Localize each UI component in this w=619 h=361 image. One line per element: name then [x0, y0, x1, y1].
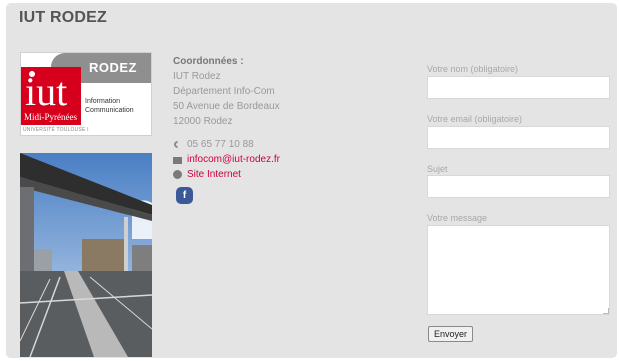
website-row: Site Internet: [173, 167, 280, 182]
resize-grip[interactable]: [603, 308, 609, 314]
address-line-1: IUT Rodez: [173, 71, 221, 82]
logo-line-2: Communication: [85, 107, 134, 114]
website-link[interactable]: Site Internet: [187, 167, 241, 182]
logo-department: Information Communication: [85, 97, 134, 115]
subject-input[interactable]: [427, 175, 610, 198]
globe-icon: [173, 169, 183, 180]
iut-logo: RODEZ iut Midi-Pyrénées Information Comm…: [20, 52, 152, 136]
email-row: infocom@iut-rodez.fr: [173, 152, 280, 167]
name-input[interactable]: [427, 76, 610, 99]
logo-university: UNIVERSITÉ TOULOUSE I: [23, 127, 89, 133]
subject-label: Sujet: [427, 164, 448, 174]
phone-row: 05 65 77 10 88: [173, 137, 280, 152]
address-line-4: 12000 Rodez: [173, 116, 233, 127]
logo-line-1: Information: [85, 98, 121, 105]
email-input[interactable]: [427, 126, 610, 149]
logo-rodez-text: RODEZ: [89, 60, 137, 75]
name-label: Votre nom (obligatoire): [427, 64, 519, 74]
logo-red-block: iut Midi-Pyrénées: [21, 67, 81, 125]
contact-card: IUT RODEZ RODEZ iut Midi-Pyrénées Inform…: [6, 3, 617, 358]
address-line-2: Département Info-Com: [173, 86, 275, 97]
email-icon: [173, 155, 183, 165]
contact-heading: Coordonnées :: [173, 56, 244, 67]
logo-region-text: Midi-Pyrénées: [24, 112, 77, 122]
phone-icon: [173, 140, 183, 150]
page-title: IUT RODEZ: [19, 9, 108, 26]
campus-photo: [20, 153, 152, 357]
email-label: Votre email (obligatoire): [427, 114, 523, 124]
submit-button[interactable]: Envoyer: [428, 326, 474, 342]
message-label: Votre message: [427, 213, 488, 223]
phone-number: 05 65 77 10 88: [187, 139, 254, 150]
contact-info: Coordonnées : IUT Rodez Département Info…: [173, 54, 280, 182]
logo-iut-text: iut: [25, 69, 68, 114]
address-line-3: 50 Avenue de Bordeaux: [173, 101, 280, 112]
email-link[interactable]: infocom@iut-rodez.fr: [187, 152, 280, 167]
facebook-icon[interactable]: f: [176, 187, 193, 204]
message-textarea[interactable]: [427, 225, 610, 315]
